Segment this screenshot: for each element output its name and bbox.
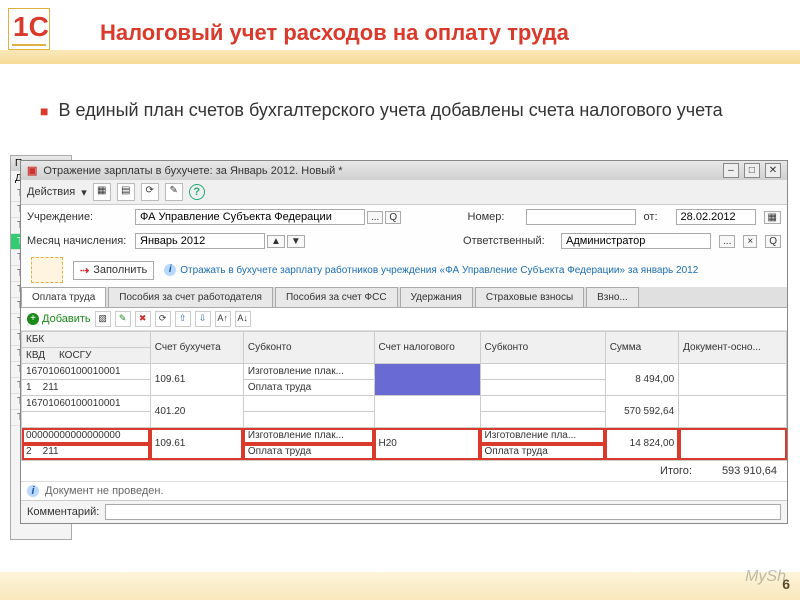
col-tax-acct[interactable]: Счет налогового — [374, 332, 480, 364]
col-doc[interactable]: Документ-осно... — [679, 332, 787, 364]
grid-btn-edit[interactable]: ✎ — [115, 311, 131, 327]
col-sum[interactable]: Сумма — [605, 332, 678, 364]
totals-value: 593 910,64 — [722, 465, 777, 477]
col-acct[interactable]: Счет бухучета — [150, 332, 243, 364]
add-button[interactable]: Добавить — [27, 313, 91, 325]
info-icon: i — [164, 264, 176, 276]
fill-info-text: Отражать в бухучете зарплату работников … — [180, 265, 698, 276]
tab-2[interactable]: Пособия за счет ФСС — [275, 287, 398, 307]
fill-info[interactable]: i Отражать в бухучете зарплату работнико… — [164, 264, 698, 276]
org-picker[interactable]: ... — [367, 211, 383, 224]
tab-4[interactable]: Страховые взносы — [475, 287, 584, 307]
table-row[interactable]: 00000000000000000109.61Изготовление плак… — [22, 428, 787, 444]
col-kbk[interactable]: КБК — [22, 332, 151, 348]
status-text: Документ не проведен. — [45, 485, 164, 497]
minimize-button[interactable]: – — [723, 163, 739, 178]
slide-bullet: В единый план счетов бухгалтерского учет… — [40, 100, 780, 121]
resp-picker[interactable]: ... — [719, 235, 735, 248]
month-label: Месяц начисления: — [27, 235, 127, 247]
month-up[interactable]: ▲ — [267, 235, 285, 248]
window-icon: ▣ — [27, 164, 37, 177]
grid-btn-sort-asc[interactable]: A↑ — [215, 311, 231, 327]
restore-button[interactable]: □ — [744, 163, 760, 178]
slide-title: Налоговый учет расходов на оплату труда — [100, 20, 569, 46]
comment-input[interactable] — [105, 504, 781, 520]
toolbar-btn-3[interactable]: ⟳ — [141, 183, 159, 201]
tab-0[interactable]: Оплата труда — [21, 287, 106, 307]
status-bar: i Документ не проведен. — [21, 481, 787, 500]
grid-btn-sort-desc[interactable]: A↓ — [235, 311, 251, 327]
tab-5[interactable]: Взно... — [586, 287, 639, 307]
col-tax-subk[interactable]: Субконто — [480, 332, 605, 364]
number-input[interactable] — [526, 209, 636, 225]
date-picker-icon[interactable]: ▦ — [764, 211, 781, 224]
from-label: от: — [644, 211, 668, 223]
fill-button[interactable]: ⇢ Заполнить — [73, 261, 154, 280]
window-titlebar: ▣ Отражение зарплаты в бухучете: за Янва… — [21, 161, 787, 180]
toolbar-btn-2[interactable]: ▤ — [117, 183, 135, 201]
document-window: ▣ Отражение зарплаты в бухучете: за Янва… — [20, 160, 788, 524]
toolbar-btn-4[interactable]: ✎ — [165, 183, 183, 201]
grid-btn-down[interactable]: ⇩ — [195, 311, 211, 327]
grid-btn-copy[interactable]: ▧ — [95, 311, 111, 327]
tab-3[interactable]: Удержания — [400, 287, 473, 307]
grid-toolbar: Добавить ▧ ✎ ✖ ⟳ ⇧ ⇩ A↑ A↓ — [21, 308, 787, 331]
comment-label: Комментарий: — [27, 506, 99, 518]
month-down[interactable]: ▼ — [287, 235, 305, 248]
tab-1[interactable]: Пособия за счет работодателя — [108, 287, 273, 307]
logo-text: 1С — [13, 11, 49, 43]
tabs: Оплата трудаПособия за счет работодателя… — [21, 287, 787, 308]
page-number: 6 — [782, 576, 790, 592]
footer-band — [0, 572, 800, 600]
table-row[interactable]: 16701060100010001401.20570 592,64 — [22, 396, 787, 412]
title-underline — [0, 50, 800, 64]
actions-menu[interactable]: Действия — [27, 186, 75, 198]
window-controls: – □ ✕ — [721, 163, 781, 178]
grid-totals: Итого: 593 910,64 — [21, 460, 787, 481]
resp-clear[interactable]: × — [743, 235, 757, 248]
grid-btn-delete[interactable]: ✖ — [135, 311, 151, 327]
window-toolbar: Действия ▾ ▦ ▤ ⟳ ✎ ? — [21, 180, 787, 205]
table-row[interactable]: 16701060100010001109.61Изготовление плак… — [22, 364, 787, 380]
resp-input[interactable] — [561, 233, 711, 249]
fill-label: Заполнить — [93, 264, 147, 276]
resp-label: Ответственный: — [463, 235, 553, 247]
month-input[interactable] — [135, 233, 265, 249]
resp-open[interactable]: Q — [765, 235, 781, 248]
date-input[interactable] — [676, 209, 756, 225]
watermark: MySh — [745, 568, 786, 586]
window-title-text: Отражение зарплаты в бухучете: за Январь… — [43, 165, 342, 177]
status-info-icon: i — [27, 485, 39, 497]
col-kvd-kosgu[interactable]: КВД КОСГУ — [22, 348, 151, 364]
grid-btn-up[interactable]: ⇧ — [175, 311, 191, 327]
org-open[interactable]: Q — [385, 211, 401, 224]
org-input[interactable] — [135, 209, 365, 225]
org-label: Учреждение: — [27, 211, 127, 223]
totals-label: Итого: — [660, 465, 692, 477]
data-grid[interactable]: КБК Счет бухучета Субконто Счет налогово… — [21, 331, 787, 460]
toolbar-btn-1[interactable]: ▦ — [93, 183, 111, 201]
col-subk[interactable]: Субконто — [243, 332, 374, 364]
number-label: Номер: — [468, 211, 518, 223]
grid-btn-refresh[interactable]: ⟳ — [155, 311, 171, 327]
help-icon[interactable]: ? — [189, 184, 205, 200]
close-button[interactable]: ✕ — [765, 163, 781, 178]
dtct-icon — [31, 257, 63, 283]
fill-arrow-icon: ⇢ — [80, 264, 89, 277]
